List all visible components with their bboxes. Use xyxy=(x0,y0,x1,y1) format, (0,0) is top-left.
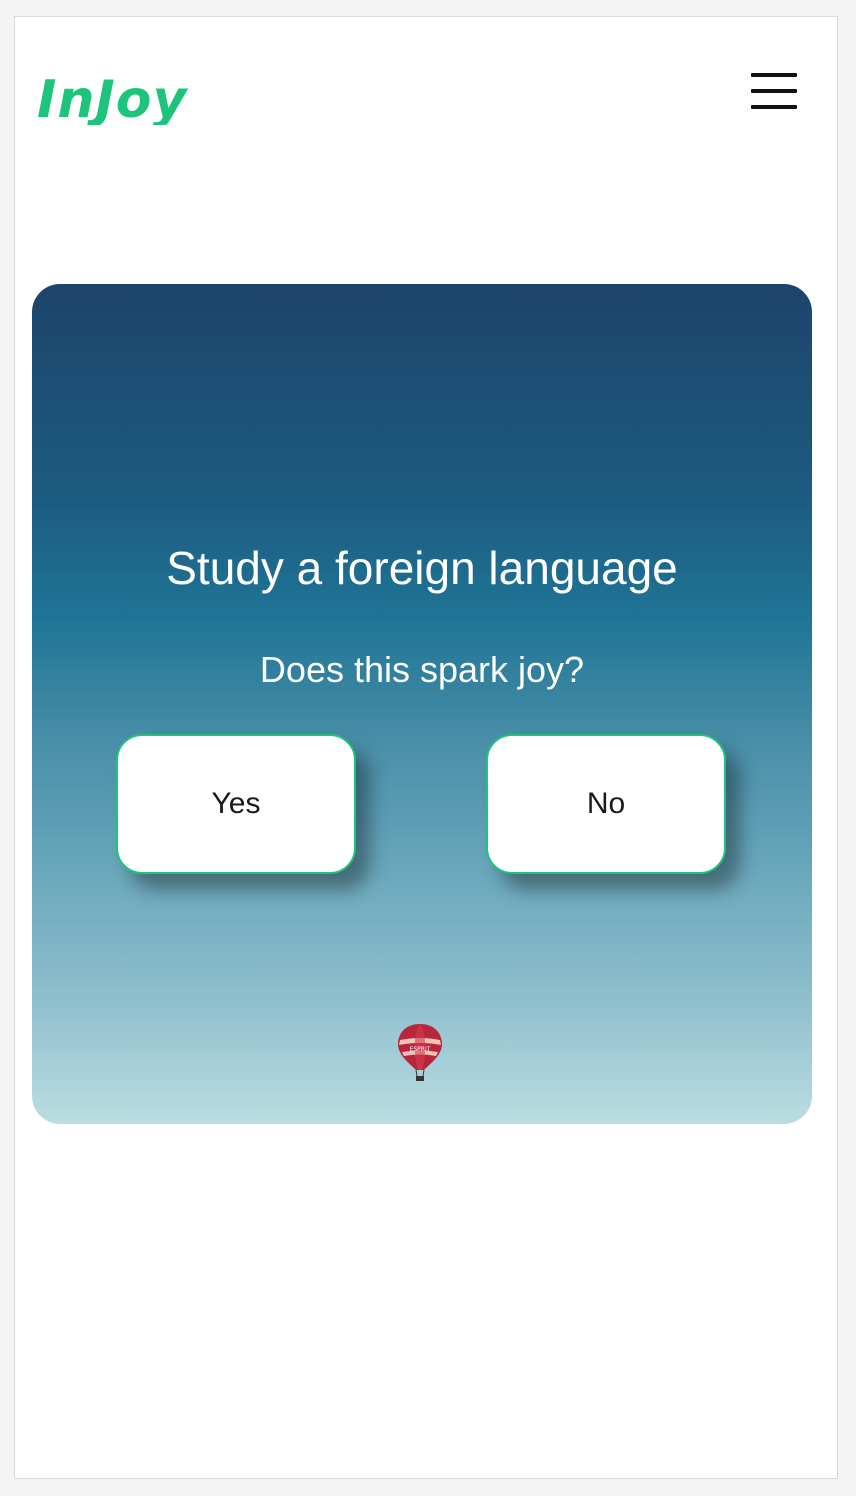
spark-joy-question: Does this spark joy? xyxy=(259,649,585,690)
hot-air-balloon-icon: ESPRIT xyxy=(398,1024,442,1081)
app-frame: InJoy Study a foreign language Does this… xyxy=(14,16,838,1479)
no-button[interactable]: No xyxy=(486,734,726,874)
svg-text:ESPRIT: ESPRIT xyxy=(410,1046,431,1053)
activity-title: Study a foreign language xyxy=(166,542,678,594)
question-card: Study a foreign language Does this spark… xyxy=(32,284,812,1124)
injoy-logo[interactable]: InJoy xyxy=(35,69,225,125)
logo-text: InJoy xyxy=(37,70,188,125)
yes-button[interactable]: Yes xyxy=(116,734,356,874)
hamburger-menu-icon[interactable] xyxy=(747,69,801,113)
